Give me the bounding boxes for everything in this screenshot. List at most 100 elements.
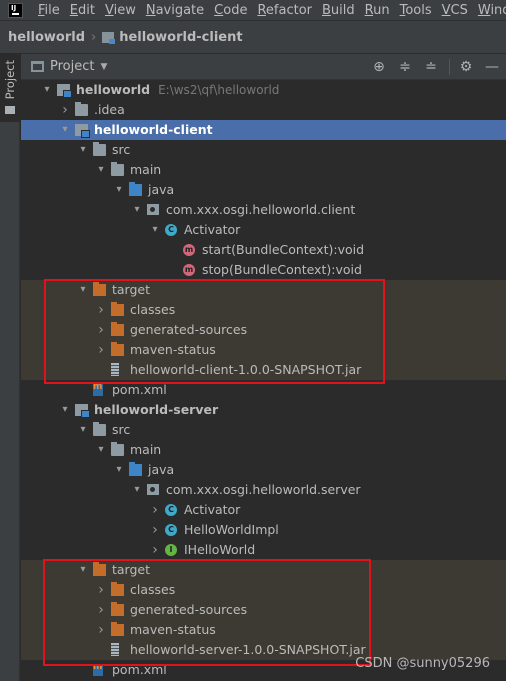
project-side-tab[interactable]: Project	[0, 54, 20, 122]
tree-item-label: com.xxx.osgi.helloworld.server	[166, 482, 361, 497]
tree-item-label: helloworld-client-1.0.0-SNAPSHOT.jar	[130, 362, 362, 377]
tree-row[interactable]: › C Activator	[21, 500, 506, 520]
tree-row[interactable]: ▾ target	[21, 280, 506, 300]
tree-row[interactable]: › generated-sources	[21, 600, 506, 620]
chevron-down-icon[interactable]: ▾	[77, 140, 89, 160]
tree-row[interactable]: ▾ main	[21, 440, 506, 460]
chevron-right-icon[interactable]: ›	[95, 620, 107, 640]
menu-item[interactable]: Tools	[396, 3, 438, 18]
chevron-down-icon[interactable]: ▾	[77, 280, 89, 300]
menu-item[interactable]: Refactor	[253, 3, 318, 18]
chevron-right-icon[interactable]: ›	[95, 300, 107, 320]
tree-item-label: start(BundleContext):void	[202, 242, 365, 257]
excluded-folder-icon	[111, 342, 124, 356]
tree-row[interactable]: ▾ target	[21, 560, 506, 580]
menu-item[interactable]: VCS	[438, 3, 474, 18]
source-folder-icon	[129, 462, 142, 476]
chevron-right-icon[interactable]: ›	[95, 580, 107, 600]
tree-row[interactable]: › classes	[21, 580, 506, 600]
tree-row[interactable]: ▾ helloworld E:\ws2\qf\helloworld	[21, 80, 506, 100]
tree-row[interactable]: pom.xml	[21, 380, 506, 400]
chevron-down-icon[interactable]: ▾	[131, 200, 143, 220]
chevron-down-icon[interactable]: ▾	[113, 460, 125, 480]
tree-item-text: java	[148, 180, 174, 200]
chevron-down-icon[interactable]: ▾	[95, 440, 107, 460]
menu-item[interactable]: Windo	[474, 3, 506, 18]
tree-row[interactable]: ▾ helloworld-server	[21, 400, 506, 420]
hide-icon[interactable]: —	[482, 57, 502, 77]
package-icon	[147, 204, 159, 215]
chevron-down-icon[interactable]: ▾	[41, 80, 53, 100]
tree-row[interactable]: › generated-sources	[21, 320, 506, 340]
folder-icon	[5, 106, 15, 114]
chevron-down-icon[interactable]: ▾	[77, 560, 89, 580]
chevron-down-icon[interactable]: ▾	[149, 220, 161, 240]
tree-row[interactable]: › .idea	[21, 100, 506, 120]
menu-item[interactable]: Code	[210, 3, 253, 18]
collapse-all-icon[interactable]: ≐	[421, 57, 441, 77]
tree-item-text: helloworld-server	[94, 400, 218, 420]
tree-row[interactable]: helloworld-client-1.0.0-SNAPSHOT.jar	[21, 360, 506, 380]
chevron-right-icon[interactable]: ›	[95, 320, 107, 340]
tree-row[interactable]: ▾ com.xxx.osgi.helloworld.client	[21, 200, 506, 220]
breadcrumb-separator-icon: ›	[91, 29, 97, 45]
chevron-down-icon[interactable]: ▼	[100, 62, 107, 72]
tree-row[interactable]: › I IHelloWorld	[21, 540, 506, 560]
project-tree[interactable]: ▾ helloworld E:\ws2\qf\helloworld › .idea ▾ he…	[21, 80, 506, 681]
menu-item[interactable]: Navigate	[142, 3, 210, 18]
chevron-down-icon[interactable]: ▾	[59, 120, 71, 140]
tree-item-text: target	[112, 280, 150, 300]
menu-item[interactable]: Run	[361, 3, 396, 18]
chevron-down-icon[interactable]: ▾	[113, 180, 125, 200]
project-view-selector[interactable]: Project	[50, 59, 94, 74]
menu-item[interactable]: Build	[318, 3, 361, 18]
folder-icon	[93, 422, 106, 436]
menu-bar: FileEditViewNavigateCodeRefactorBuildRun…	[0, 0, 506, 20]
tree-item-text: com.xxx.osgi.helloworld.client	[166, 200, 355, 220]
menu-item[interactable]: Edit	[66, 3, 101, 18]
breadcrumb-root[interactable]: helloworld	[8, 30, 85, 45]
chevron-right-icon[interactable]: ›	[149, 500, 161, 520]
tree-row[interactable]: › maven-status	[21, 340, 506, 360]
module-icon	[57, 84, 72, 98]
folder-icon	[75, 102, 88, 116]
chevron-right-icon[interactable]: ›	[59, 100, 71, 120]
tree-row[interactable]: ▾ java	[21, 180, 506, 200]
tree-item-text: stop(BundleContext):void	[202, 260, 362, 280]
tree-row[interactable]: › C HelloWorldImpl	[21, 520, 506, 540]
tree-item-text: target	[112, 560, 150, 580]
side-tab-label: Project	[3, 60, 17, 100]
tree-row[interactable]: ▾ src	[21, 140, 506, 160]
chevron-right-icon[interactable]: ›	[149, 540, 161, 560]
tree-item-text: maven-status	[130, 620, 216, 640]
tree-item-label: classes	[130, 302, 176, 317]
expand-all-icon[interactable]: ≑	[395, 57, 415, 77]
chevron-right-icon[interactable]: ›	[95, 340, 107, 360]
tree-row[interactable]: ▾ src	[21, 420, 506, 440]
tree-row[interactable]: ▾ C Activator	[21, 220, 506, 240]
maven-pom-icon	[93, 382, 103, 396]
menu-item[interactable]: View	[101, 3, 142, 18]
menu-item[interactable]: File	[34, 3, 66, 18]
intellij-logo-icon[interactable]	[8, 2, 23, 18]
tree-row[interactable]: ▾ helloworld-client	[21, 120, 506, 140]
chevron-down-icon[interactable]: ▾	[77, 420, 89, 440]
gear-icon[interactable]: ⚙	[456, 57, 476, 77]
chevron-down-icon[interactable]: ▾	[131, 480, 143, 500]
source-folder-icon	[129, 182, 142, 196]
tree-row[interactable]: › classes	[21, 300, 506, 320]
tree-row[interactable]: m stop(BundleContext):void	[21, 260, 506, 280]
chevron-down-icon[interactable]: ▾	[59, 400, 71, 420]
tree-row[interactable]: ▾ com.xxx.osgi.helloworld.server	[21, 480, 506, 500]
chevron-right-icon[interactable]: ›	[95, 600, 107, 620]
tree-row[interactable]: › maven-status	[21, 620, 506, 640]
tree-item-text: main	[130, 440, 161, 460]
breadcrumb-module[interactable]: helloworld-client	[119, 30, 242, 45]
tree-item-label: maven-status	[130, 342, 216, 357]
chevron-down-icon[interactable]: ▾	[95, 160, 107, 180]
tree-row[interactable]: ▾ main	[21, 160, 506, 180]
chevron-right-icon[interactable]: ›	[149, 520, 161, 540]
locate-file-icon[interactable]: ⊕	[369, 57, 389, 77]
tree-row[interactable]: m start(BundleContext):void	[21, 240, 506, 260]
tree-row[interactable]: ▾ java	[21, 460, 506, 480]
